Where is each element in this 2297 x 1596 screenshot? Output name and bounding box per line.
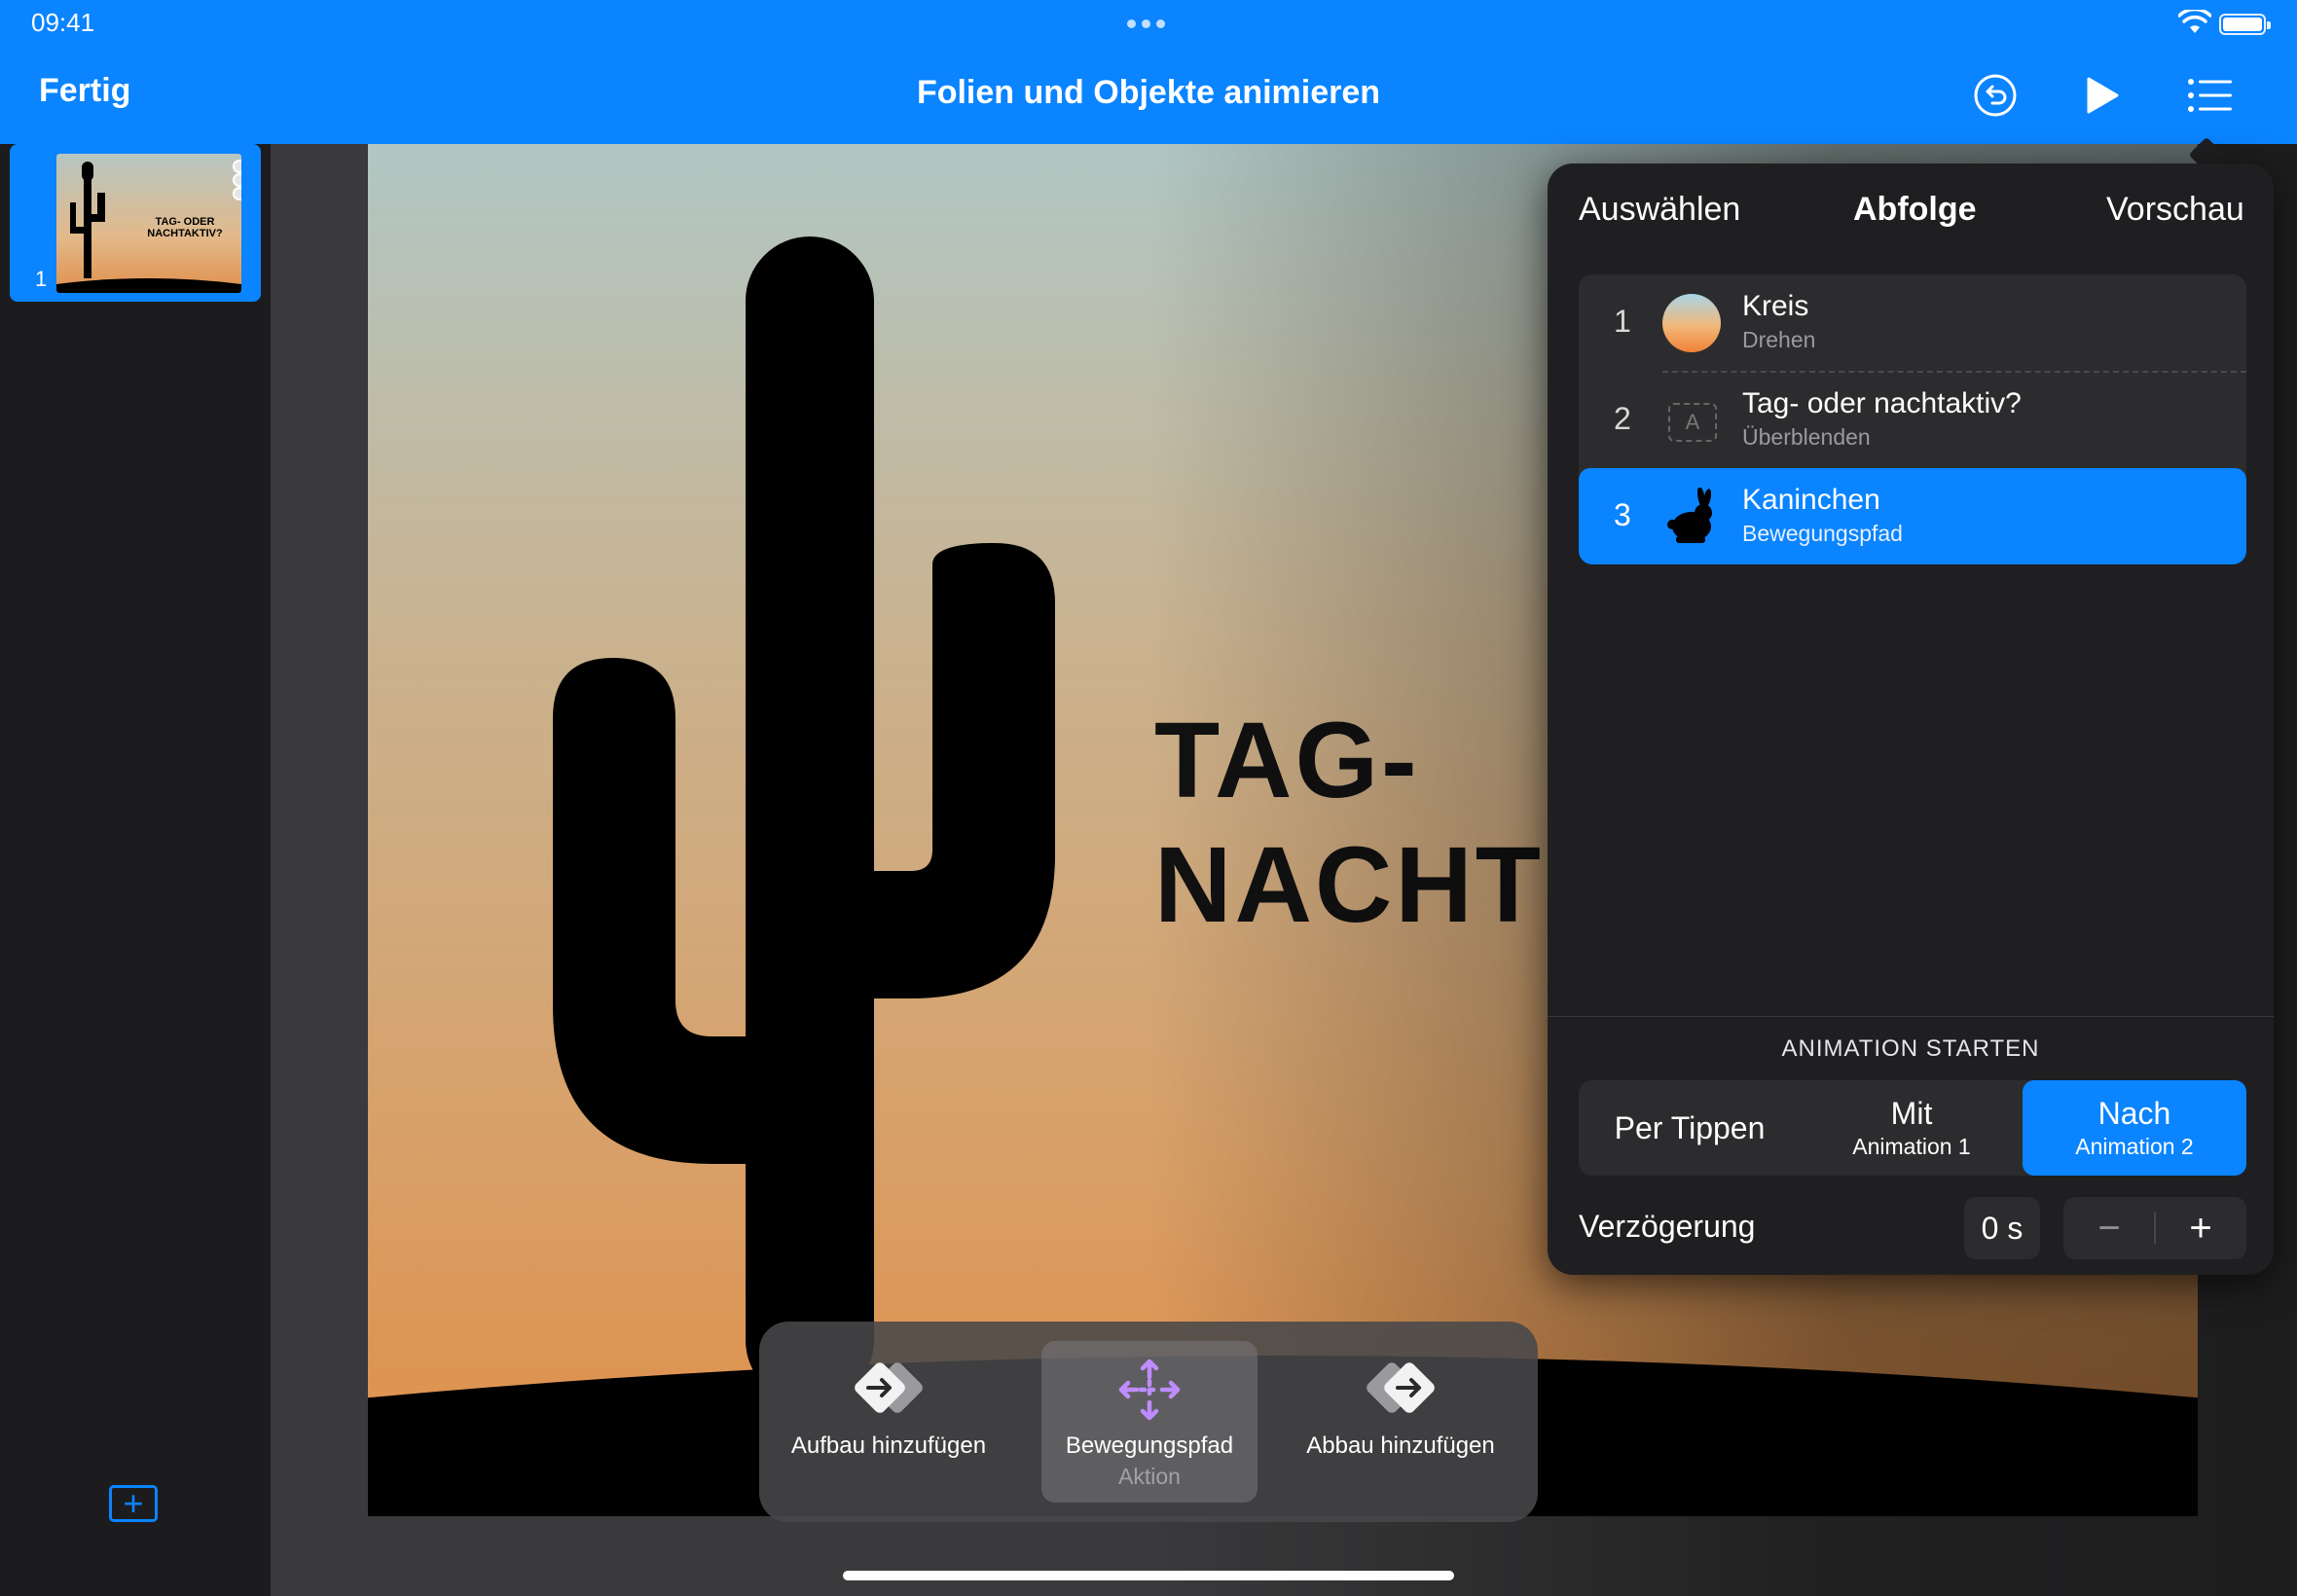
battery-icon <box>2219 14 2271 35</box>
start-option-per-tippen[interactable]: Per Tippen <box>1579 1080 1801 1176</box>
start-option-nach[interactable]: Nach Animation 2 <box>2023 1080 2246 1176</box>
multitasking-dots-icon[interactable] <box>1127 19 1165 28</box>
animation-order-number: 3 <box>1614 497 1631 532</box>
slide-thumbnail-item[interactable]: 1 TAG- ODER NACHTAKTIV? <box>10 144 261 302</box>
text-box-icon: A <box>1668 403 1717 442</box>
animation-row-kreis[interactable]: 1 Kreis Drehen <box>1579 274 2246 371</box>
plus-icon: + <box>123 1483 144 1523</box>
list-icon <box>2188 79 2232 112</box>
decrement-button[interactable]: − <box>2063 1197 2155 1259</box>
increment-button[interactable]: + <box>2155 1197 2246 1259</box>
animation-badge-icon <box>233 160 241 173</box>
animation-effect-name: Überblenden <box>1742 424 1871 450</box>
motion-path-action-button[interactable]: Bewegungspfad Aktion <box>1041 1341 1258 1503</box>
play-icon <box>2087 77 2119 114</box>
animation-list-button[interactable] <box>2180 68 2239 123</box>
animation-object-name: Kreis <box>1742 290 1809 322</box>
tab-abfolge[interactable]: Abfolge <box>1853 191 1977 229</box>
slide-number: 1 <box>35 267 48 291</box>
animation-order-number: 1 <box>1614 304 1631 339</box>
top-bar: 09:41 Fertig Folien und Objekte animiere… <box>0 0 2297 144</box>
animation-sequence-list: 1 Kreis Drehen 2 A Tag- oder nachtaktiv?… <box>1579 274 2246 564</box>
animation-badge-icon <box>233 187 241 200</box>
add-build-out-button[interactable]: Abbau hinzufügen <box>1285 1341 1516 1503</box>
plus-icon: + <box>2189 1206 2212 1250</box>
build-out-icon <box>1367 1362 1435 1413</box>
home-indicator[interactable] <box>843 1571 1454 1580</box>
move-arrows-icon <box>1118 1359 1181 1421</box>
delay-value-field[interactable]: 0 s <box>1964 1197 2040 1259</box>
wifi-icon <box>2178 10 2211 33</box>
animation-object-name: Kaninchen <box>1742 484 1880 516</box>
done-button[interactable]: Fertig <box>39 72 130 110</box>
section-divider <box>1548 1016 2274 1017</box>
add-slide-button[interactable]: + <box>109 1485 158 1522</box>
animation-object-name: Tag- oder nachtaktiv? <box>1742 387 2022 419</box>
start-animation-heading: ANIMATION STARTEN <box>1781 1035 2040 1062</box>
animation-row-kaninchen[interactable]: 3 Kaninchen Bewegungspfad <box>1579 468 2246 564</box>
build-in-icon <box>855 1362 923 1413</box>
undo-icon <box>1974 74 2017 117</box>
minus-icon: − <box>2097 1206 2121 1250</box>
add-build-in-button[interactable]: Aufbau hinzufügen <box>781 1341 997 1503</box>
slide-thumbnail[interactable]: TAG- ODER NACHTAKTIV? <box>56 154 241 293</box>
animation-row-title[interactable]: 2 A Tag- oder nachtaktiv? Überblenden <box>1579 372 2246 468</box>
slide-navigator: 1 TAG- ODER NACHTAKTIV? + <box>0 144 271 1596</box>
undo-button[interactable] <box>1966 68 2024 123</box>
animation-badge-icon <box>233 173 241 187</box>
rabbit-icon <box>1667 488 1712 543</box>
start-animation-segmented-control: Per Tippen Mit Animation 1 Nach Animatio… <box>1579 1080 2246 1176</box>
animation-order-number: 2 <box>1614 401 1631 436</box>
tab-vorschau[interactable]: Vorschau <box>2106 191 2244 229</box>
animation-toolbar: Aufbau hinzufügen Bewegungspfad Aktion A… <box>759 1322 1538 1522</box>
delay-stepper: − + <box>2063 1197 2246 1259</box>
document-title: Folien und Objekte animieren <box>916 74 1381 111</box>
tab-auswaehlen[interactable]: Auswählen <box>1579 191 1740 229</box>
start-option-mit[interactable]: Mit Animation 1 <box>1801 1080 2023 1176</box>
play-button[interactable] <box>2073 68 2132 123</box>
circle-thumbnail-icon <box>1662 294 1721 352</box>
slide-title-text[interactable]: TAG- NACHT <box>1154 699 1544 948</box>
delay-label: Verzögerung <box>1579 1209 1756 1244</box>
status-time: 09:41 <box>31 8 95 37</box>
thumbnail-title: TAG- ODER NACHTAKTIV? <box>147 216 223 239</box>
animation-effect-name: Drehen <box>1742 327 1816 352</box>
animation-effect-name: Bewegungspfad <box>1742 521 1903 546</box>
animation-panel: Auswählen Abfolge Vorschau 1 Kreis Drehe… <box>1548 163 2274 1275</box>
